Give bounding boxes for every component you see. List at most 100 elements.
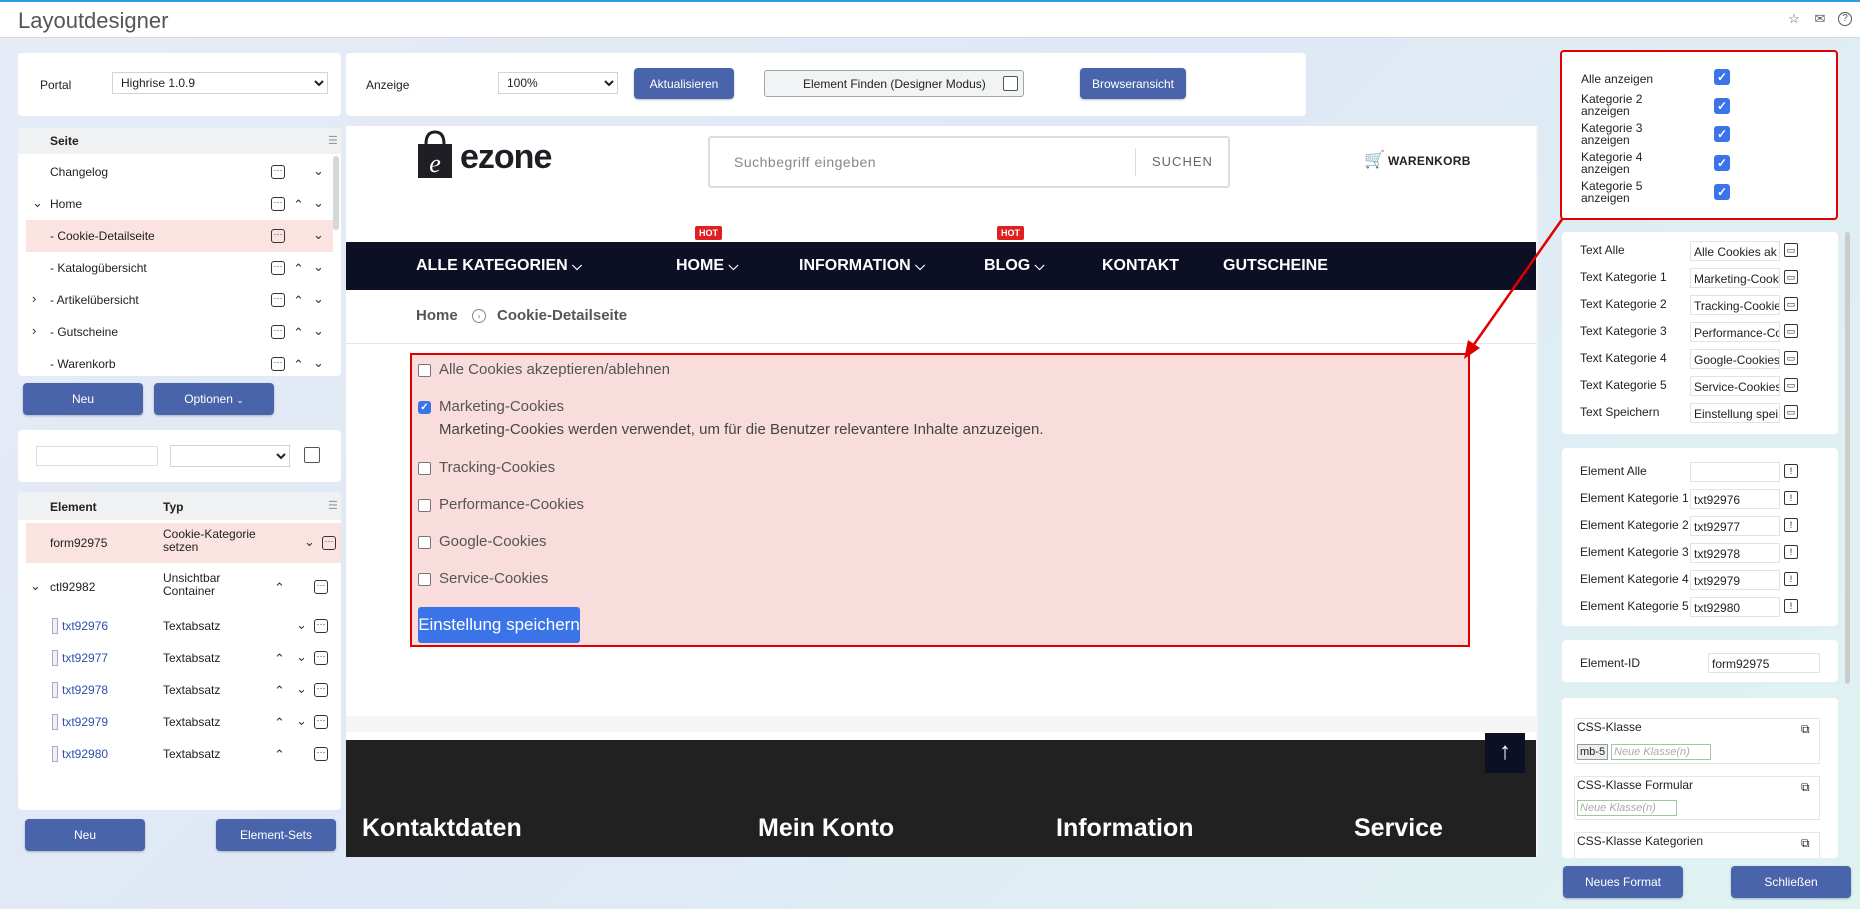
filter-input[interactable]	[36, 446, 158, 466]
cookie-save-button[interactable]: Einstellung speichern	[418, 607, 580, 643]
page-tree-item[interactable]: - Warenkorb ··· ⌃ ⌄	[18, 348, 341, 376]
text-input[interactable]: Service-Cookies	[1690, 376, 1780, 396]
translate-icon[interactable]: ▭	[1784, 324, 1798, 338]
element-id-input[interactable]: form92975	[1708, 653, 1820, 673]
text-input[interactable]: Google-Cookies	[1690, 349, 1780, 369]
page-tree-item[interactable]: - Katalogübersicht ··· ⌃ ⌄	[18, 252, 341, 284]
chevron-down-icon[interactable]: ⌄	[313, 260, 324, 274]
filter-select[interactable]	[170, 445, 290, 467]
chevron-down-icon[interactable]: ⌄	[304, 535, 315, 549]
translate-icon[interactable]: ▭	[1784, 243, 1798, 257]
page-tree-scrollbar[interactable]	[333, 156, 339, 230]
scroll-top-button[interactable]: ↑	[1485, 733, 1525, 773]
shop-search[interactable]: Suchbegriff eingeben SUCHEN	[708, 136, 1230, 188]
cookie-checkbox[interactable]	[418, 364, 431, 377]
translate-icon[interactable]: ▭	[1784, 270, 1798, 284]
filter-checkbox[interactable]	[304, 447, 320, 463]
text-input[interactable]: Alle Cookies ak	[1690, 241, 1780, 261]
browseransicht-button[interactable]: Browseransicht	[1080, 68, 1186, 99]
shop-search-button[interactable]: SUCHEN	[1152, 154, 1213, 169]
element-finden-checkbox[interactable]	[1003, 76, 1018, 91]
mail-icon[interactable]: ✉	[1812, 11, 1828, 27]
chevron-up-icon[interactable]: ⌃	[274, 652, 285, 666]
chevron-right-icon[interactable]: ›	[32, 292, 36, 306]
nav-information[interactable]: INFORMATION ⌵	[799, 242, 925, 290]
more-icon[interactable]: ···	[271, 229, 285, 243]
show-checkbox[interactable]: ✓	[1714, 126, 1730, 142]
element-sets-button[interactable]: Element-Sets	[216, 819, 336, 851]
portal-select[interactable]: Highrise 1.0.9	[112, 72, 328, 94]
copy-icon[interactable]: ⧉	[1801, 836, 1810, 851]
page-tree-item[interactable]: Changelog ··· ⌄	[18, 156, 341, 188]
info-icon[interactable]: !	[1784, 599, 1798, 613]
cookie-form[interactable]: Alle Cookies akzeptieren/ablehnen ✓ Mark…	[410, 353, 1470, 647]
element-input[interactable]: txt92977	[1690, 516, 1780, 536]
show-checkbox[interactable]: ✓	[1714, 184, 1730, 200]
more-icon[interactable]: ···	[314, 619, 328, 633]
element-input[interactable]	[1690, 462, 1780, 482]
text-input[interactable]: Marketing-Cook	[1690, 268, 1780, 288]
chevron-down-icon[interactable]: ⌄	[30, 579, 41, 593]
info-icon[interactable]: !	[1784, 572, 1798, 586]
element-row[interactable]: txt92977 Textabsatz ⌃ ⌄ ···	[18, 642, 341, 674]
page-tree-item[interactable]: › - Artikelübersicht ··· ⌃ ⌄	[18, 284, 341, 316]
breadcrumb-home[interactable]: Home	[416, 307, 458, 324]
element-name[interactable]: txt92980	[62, 747, 108, 761]
css-tag[interactable]: mb-5	[1577, 744, 1609, 760]
element-input[interactable]: txt92980	[1690, 597, 1780, 617]
more-icon[interactable]: ···	[271, 197, 285, 211]
more-icon[interactable]: ···	[314, 683, 328, 697]
nav-alle-kategorien[interactable]: ALLE KATEGORIEN ⌵	[416, 242, 582, 290]
element-input[interactable]: txt92976	[1690, 489, 1780, 509]
chevron-down-icon[interactable]: ⌄	[296, 650, 307, 664]
translate-icon[interactable]: ▭	[1784, 405, 1798, 419]
element-input[interactable]: txt92979	[1690, 570, 1780, 590]
chevron-down-icon[interactable]: ⌄	[313, 356, 324, 370]
shop-search-input[interactable]: Suchbegriff eingeben	[734, 154, 876, 170]
cookie-checkbox[interactable]	[418, 462, 431, 475]
translate-icon[interactable]: ▭	[1784, 297, 1798, 311]
page-tree-item[interactable]: ⌄ Home ··· ⌃ ⌄	[18, 188, 341, 220]
zoom-select[interactable]: 100%	[498, 72, 618, 94]
info-icon[interactable]: !	[1784, 545, 1798, 559]
element-row-selected[interactable]: form92975 Cookie-Kategorie setzen ⌄ ···	[26, 523, 341, 563]
nav-blog[interactable]: BLOG ⌵	[984, 242, 1045, 290]
chevron-up-icon[interactable]: ⌃	[293, 294, 304, 308]
chevron-down-icon[interactable]: ⌄	[313, 196, 324, 210]
element-row[interactable]: txt92978 Textabsatz ⌃ ⌄ ···	[18, 674, 341, 706]
menu-icon[interactable]: ☰	[328, 499, 338, 512]
info-icon[interactable]: !	[1784, 464, 1798, 478]
neues-format-button[interactable]: Neues Format	[1563, 866, 1683, 898]
css-klasse-input[interactable]: Neue Klasse(n)	[1611, 744, 1711, 760]
chevron-right-icon[interactable]: ›	[32, 324, 36, 338]
translate-icon[interactable]: ▭	[1784, 378, 1798, 392]
chevron-up-icon[interactable]: ⌃	[274, 748, 285, 762]
chevron-up-icon[interactable]: ⌃	[293, 358, 304, 372]
more-icon[interactable]: ···	[314, 580, 328, 594]
cookie-checkbox[interactable]	[418, 536, 431, 549]
optionen-button[interactable]: Optionen ⌄	[154, 383, 274, 415]
chevron-up-icon[interactable]: ⌃	[293, 326, 304, 340]
element-row[interactable]: txt92980 Textabsatz ⌃ ···	[18, 738, 341, 770]
text-input[interactable]: Tracking-Cookie	[1690, 295, 1780, 315]
chevron-down-icon[interactable]: ⌄	[313, 292, 324, 306]
star-icon[interactable]: ☆	[1786, 11, 1802, 27]
chevron-up-icon[interactable]: ⌃	[274, 716, 285, 730]
show-checkbox[interactable]: ✓	[1714, 98, 1730, 114]
page-tree-item-selected[interactable]: - Cookie-Detailseite ··· ⌄	[26, 220, 333, 252]
chevron-up-icon[interactable]: ⌃	[274, 684, 285, 698]
more-icon[interactable]: ···	[271, 325, 285, 339]
menu-icon[interactable]: ☰	[328, 134, 338, 147]
element-name[interactable]: txt92977	[62, 651, 108, 665]
element-finden-toggle[interactable]: Element Finden (Designer Modus)	[764, 70, 1024, 97]
chevron-up-icon[interactable]: ⌃	[293, 262, 304, 276]
nav-kontakt[interactable]: KONTAKT	[1102, 242, 1179, 290]
element-name[interactable]: txt92978	[62, 683, 108, 697]
chevron-up-icon[interactable]: ⌃	[274, 581, 285, 595]
cookie-checkbox-checked[interactable]: ✓	[418, 401, 431, 414]
more-icon[interactable]: ···	[271, 357, 285, 371]
translate-icon[interactable]: ▭	[1784, 351, 1798, 365]
schliessen-button[interactable]: Schließen	[1731, 866, 1851, 898]
info-icon[interactable]: !	[1784, 518, 1798, 532]
element-row[interactable]: ⌄ ctl92982 Unsichtbar Container ⌃ ···	[18, 567, 341, 607]
